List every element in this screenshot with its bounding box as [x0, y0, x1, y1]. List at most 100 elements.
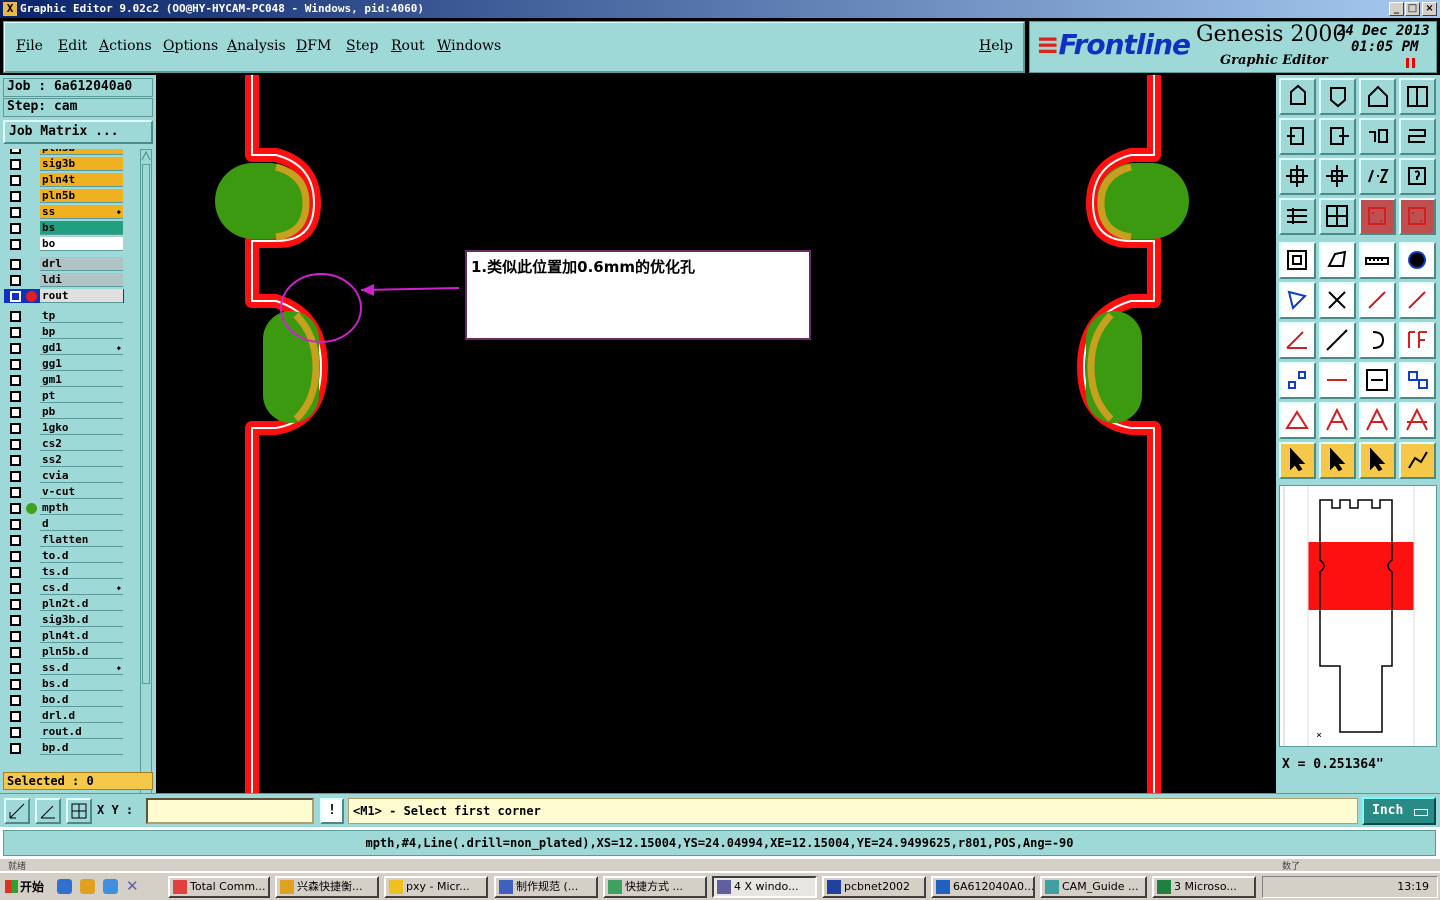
layer-checkbox[interactable]	[10, 679, 21, 690]
layer-checkbox[interactable]	[10, 583, 21, 594]
layer-name[interactable]: mpth	[40, 501, 123, 515]
layer-row-tp[interactable]: tp	[4, 309, 124, 323]
taskbar-item[interactable]: pcbnet2002	[822, 876, 926, 898]
layer-row-pt[interactable]: pt	[4, 389, 124, 403]
layer-row-drl.d[interactable]: drl.d	[4, 709, 124, 723]
layer-checkbox[interactable]	[10, 487, 21, 498]
layer-row-sig3b[interactable]: sig3b	[4, 157, 124, 171]
layer-row-drl[interactable]: drl	[4, 257, 124, 271]
layer-name[interactable]: drl.d	[40, 709, 123, 723]
taskbar-item[interactable]: 兴森快捷衡...	[275, 876, 379, 898]
taskbar-item[interactable]: 3 Microso...	[1152, 876, 1256, 898]
grid-icon[interactable]	[1319, 198, 1356, 235]
layer-checkbox[interactable]	[10, 327, 21, 338]
layer-name[interactable]: gd1	[40, 341, 123, 355]
layer-row-v-cut[interactable]: v-cut	[4, 485, 124, 499]
layer-name[interactable]: pt	[40, 389, 123, 403]
layer-row-to.d[interactable]: to.d	[4, 549, 124, 563]
layer-row-gd1[interactable]: gd1	[4, 341, 124, 355]
layer-checkbox[interactable]	[10, 149, 21, 154]
menu-rout[interactable]: Rout	[391, 38, 425, 54]
layer-row-1gko[interactable]: 1gko	[4, 421, 124, 435]
font-icon[interactable]	[1399, 322, 1436, 359]
fit-all-icon[interactable]	[1279, 158, 1316, 195]
layer-row-ss[interactable]: ss	[4, 205, 124, 219]
layer-checkbox[interactable]	[10, 743, 21, 754]
layer-checkbox[interactable]	[10, 291, 21, 302]
layer-name[interactable]: v-cut	[40, 485, 123, 499]
layer-name[interactable]: ts.d	[40, 565, 123, 579]
layer-name[interactable]: rout	[40, 289, 123, 303]
pointer-box-icon[interactable]	[1319, 442, 1356, 479]
layer-row-cvia[interactable]: cvia	[4, 469, 124, 483]
layer-checkbox[interactable]	[10, 551, 21, 562]
shape-icon[interactable]	[1319, 242, 1356, 279]
menu-file[interactable]: File	[16, 38, 43, 54]
layer-row-pln5b[interactable]: pln5b	[4, 189, 124, 203]
layer-checkbox[interactable]	[10, 567, 21, 578]
layer-name[interactable]: 1gko	[40, 421, 123, 435]
layer-name[interactable]: ss2	[40, 453, 123, 467]
layer-checkbox[interactable]	[10, 191, 21, 202]
zoom-home-icon[interactable]	[1279, 78, 1316, 115]
layer-checkbox[interactable]	[10, 711, 21, 722]
layer-checkbox[interactable]	[10, 239, 21, 250]
layer-checkbox[interactable]	[10, 615, 21, 626]
features-icon[interactable]	[1399, 362, 1436, 399]
move-point-icon[interactable]	[1399, 282, 1436, 319]
layer-row-mpth[interactable]: mpth	[4, 501, 124, 515]
layer-name[interactable]: flatten	[40, 533, 123, 547]
layer-row-rout.d[interactable]: rout.d	[4, 725, 124, 739]
layer-checkbox[interactable]	[10, 375, 21, 386]
redraw-icon[interactable]	[1399, 118, 1436, 155]
layer-row-d[interactable]: d	[4, 517, 124, 531]
layer-name[interactable]: rout.d	[40, 725, 123, 739]
layer-row-pln5b.d[interactable]: pln5b.d	[4, 645, 124, 659]
layer-checkbox[interactable]	[10, 159, 21, 170]
select-icon[interactable]	[1279, 242, 1316, 279]
layer-name[interactable]: drl	[40, 257, 123, 271]
layer-row-gm1[interactable]: gm1	[4, 373, 124, 387]
undo-view-icon[interactable]	[1359, 118, 1396, 155]
taskbar-item[interactable]: 快捷方式 ...	[603, 876, 707, 898]
layer-checkbox[interactable]	[10, 455, 21, 466]
layer-checkbox[interactable]	[10, 207, 21, 218]
layer-row-flatten[interactable]: flatten	[4, 533, 124, 547]
layer-name[interactable]: bp.d	[40, 741, 123, 755]
pause-icon[interactable]	[1406, 58, 1415, 68]
layer-row-gg1[interactable]: gg1	[4, 357, 124, 371]
layer-row-pln4t[interactable]: pln4t	[4, 173, 124, 187]
menu-edit[interactable]: Edit	[58, 38, 87, 54]
maximize-button[interactable]: □	[1405, 2, 1420, 16]
layer-name[interactable]: bo.d	[40, 693, 123, 707]
layer-row-pln4t.d[interactable]: pln4t.d	[4, 629, 124, 643]
layer-row-ts.d[interactable]: ts.d	[4, 565, 124, 579]
layer-name[interactable]: tp	[40, 309, 123, 323]
menu-actions[interactable]: Actions	[99, 38, 152, 54]
layer-color-icon[interactable]	[1359, 198, 1396, 235]
triangle-icon[interactable]	[1279, 402, 1316, 439]
cross-icon[interactable]	[1319, 282, 1356, 319]
layer-name[interactable]: pln2t.d	[40, 597, 123, 611]
layer-row-pln3b[interactable]: pln3b	[4, 149, 124, 155]
taskbar-item[interactable]: 6A612040A0...	[931, 876, 1035, 898]
snap-settings-icon[interactable]	[1279, 198, 1316, 235]
triangle-a-icon[interactable]	[1319, 402, 1356, 439]
circle-icon[interactable]	[1399, 242, 1436, 279]
layer-name[interactable]: to.d	[40, 549, 123, 563]
quicklaunch-icon[interactable]	[80, 879, 95, 894]
layer-name[interactable]: bo	[40, 237, 123, 251]
layer-row-pln2t.d[interactable]: pln2t.d	[4, 597, 124, 611]
layer-name[interactable]: cvia	[40, 469, 123, 483]
layer-checkbox[interactable]	[10, 259, 21, 270]
measure-icon[interactable]	[1319, 362, 1356, 399]
menu-analysis[interactable]: Analysis	[227, 38, 286, 54]
ie-icon[interactable]	[57, 879, 72, 894]
layer-name[interactable]: pln4t.d	[40, 629, 123, 643]
layer-name[interactable]: cs2	[40, 437, 123, 451]
layer-row-bo[interactable]: bo	[4, 237, 124, 251]
layer-name[interactable]: pln5b	[40, 189, 123, 203]
panel-preview[interactable]: ×	[1279, 485, 1437, 747]
x-window-icon[interactable]: ✕	[126, 879, 141, 894]
layer-name[interactable]: gm1	[40, 373, 123, 387]
